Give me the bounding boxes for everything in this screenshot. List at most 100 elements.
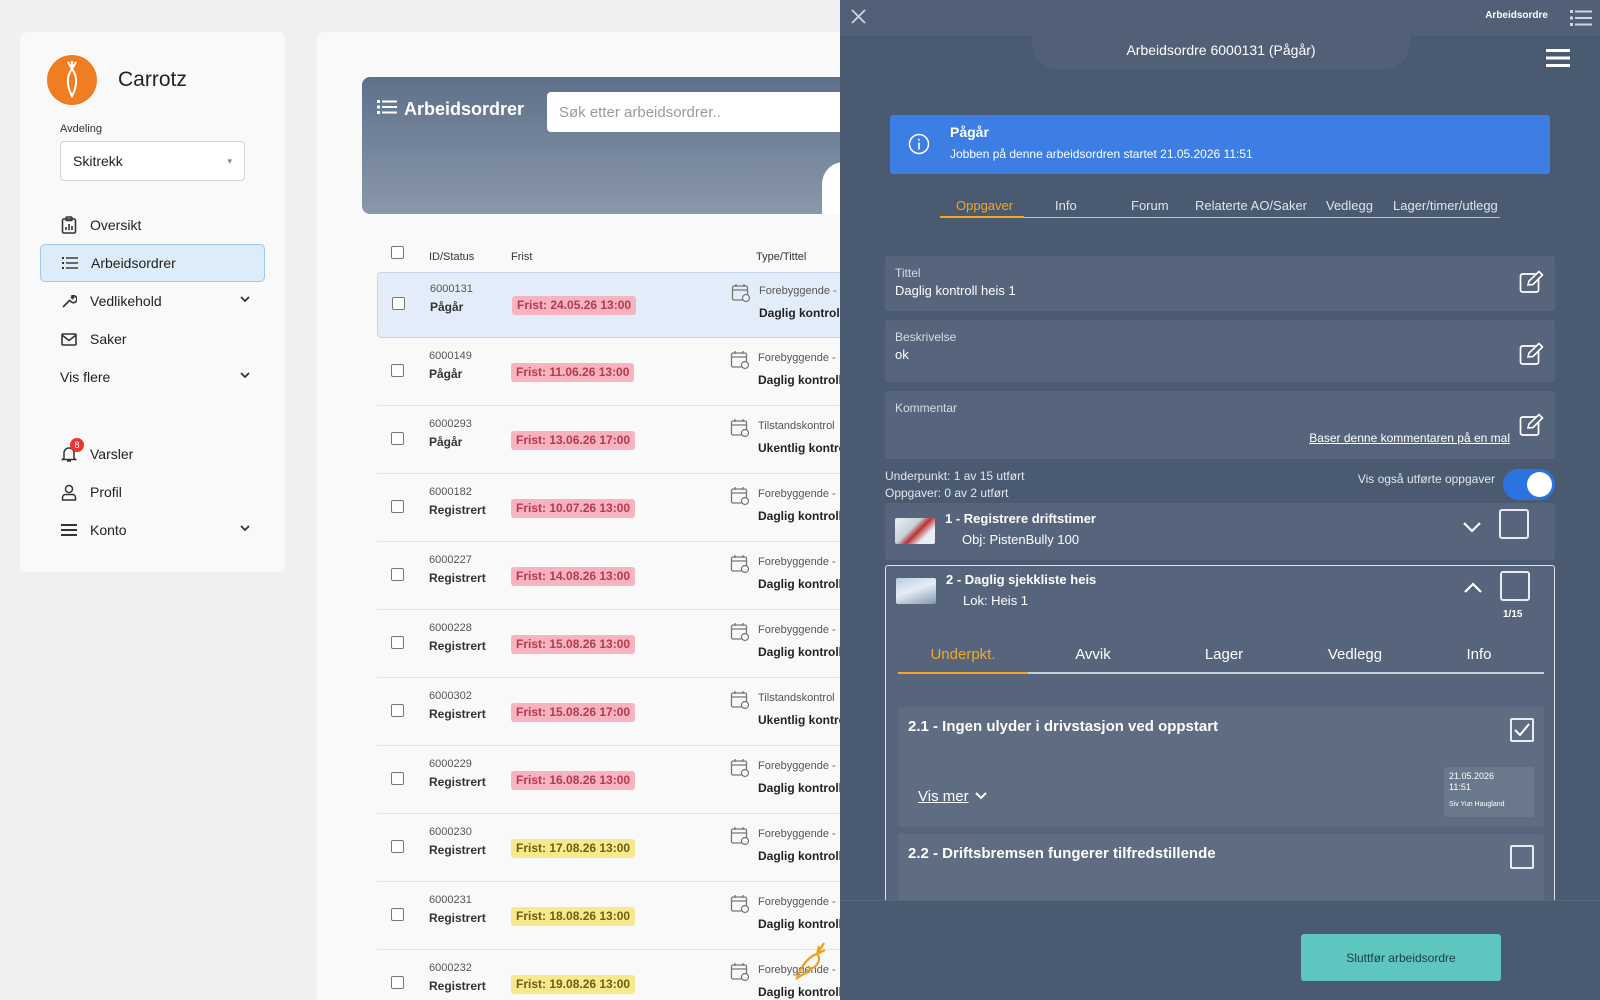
edit-icon[interactable] [1519, 342, 1545, 369]
tab-oppgaver[interactable]: Oppgaver [956, 198, 1013, 213]
subpoint-checkbox[interactable] [1510, 845, 1534, 869]
sidebar-item-vis-flere[interactable]: Vis flere [40, 358, 265, 396]
select-all-checkbox[interactable] [391, 246, 404, 259]
sidebar-item-profil[interactable]: Profil [40, 473, 265, 511]
row-title[interactable]: Daglig kontroll [758, 849, 842, 863]
row-type: Forebyggende - [758, 896, 836, 908]
sidebar-item-arbeidsordrer[interactable]: Arbeidsordrer [40, 244, 265, 282]
list-menu-icon[interactable] [1570, 9, 1592, 30]
calendar-repeat-icon [730, 622, 750, 645]
row-title[interactable]: Daglig kontroll [758, 577, 842, 591]
column-header: ID/Status [429, 251, 475, 263]
subtab-lager[interactable]: Lager [1159, 646, 1289, 663]
status-info-box: Pågår Jobben på denne arbeidsordren star… [890, 115, 1550, 174]
table-row[interactable]: 6000231 Registrert Frist: 18.08.26 13:00… [377, 884, 917, 950]
row-title[interactable]: Daglig kontroll [758, 645, 842, 659]
brand-name: Carrotz [118, 68, 187, 91]
edit-icon[interactable] [1519, 270, 1545, 297]
row-checkbox[interactable] [391, 364, 404, 377]
row-title[interactable]: Ukentlig kontro [758, 441, 846, 455]
close-icon[interactable] [850, 8, 867, 28]
panel-title: Arbeidsordre 6000131 (Pågår) [1032, 30, 1410, 69]
row-checkbox[interactable] [391, 840, 404, 853]
tab-lager[interactable]: Lager/timer/utlegg [1393, 198, 1498, 213]
calendar-repeat-icon [730, 894, 750, 917]
subtab-avvik[interactable]: Avvik [1028, 646, 1158, 663]
subtab-info[interactable]: Info [1414, 646, 1544, 663]
table-row[interactable]: 6000182 Registrert Frist: 10.07.26 13:00… [377, 476, 917, 542]
task-checkbox[interactable] [1499, 509, 1529, 539]
table-row[interactable]: 6000230 Registrert Frist: 17.08.26 13:00… [377, 816, 917, 882]
sidebar-item-konto[interactable]: Konto [40, 511, 265, 549]
table-row[interactable]: 6000293 Pågår Frist: 13.06.26 17:00 Tils… [377, 408, 917, 474]
subtabs: Underpkt. Avvik Lager Vedlegg Info [898, 638, 1544, 674]
sidebar-item-oversikt[interactable]: Oversikt [40, 206, 265, 244]
column-header: Type/Tittel [756, 251, 807, 263]
finish-work-order-button[interactable]: Sluttfør arbeidsordre [1301, 934, 1501, 981]
calendar-repeat-icon [730, 690, 750, 713]
row-checkbox[interactable] [391, 432, 404, 445]
sidebar-item-vedlikehold[interactable]: Vedlikehold [40, 282, 265, 320]
row-title[interactable]: Ukentlig kontro [758, 713, 846, 727]
row-checkbox[interactable] [391, 908, 404, 921]
row-type: Tilstandskontrol [758, 420, 835, 432]
deadline-badge: Frist: 17.08.26 13:00 [511, 839, 636, 858]
task-checkbox[interactable] [1500, 571, 1530, 601]
row-checkbox[interactable] [391, 704, 404, 717]
chevron-up-icon[interactable] [1463, 581, 1483, 598]
sidebar-item-saker[interactable]: Saker [40, 320, 265, 358]
row-checkbox[interactable] [391, 976, 404, 989]
tab-vedlegg[interactable]: Vedlegg [1326, 198, 1373, 213]
chevron-down-icon[interactable] [1462, 520, 1482, 537]
table-row[interactable]: 6000131 Pågår Frist: 24.05.26 13:00 Fore… [377, 272, 917, 338]
row-title[interactable]: Daglig kontroll [758, 509, 842, 523]
row-title[interactable]: Daglig kontroll [758, 781, 842, 795]
sidebar: Carrotz Avdeling Skitrekk ▾ Oversikt Arb… [20, 32, 285, 572]
table-row[interactable]: 6000228 Registrert Frist: 15.08.26 13:00… [377, 612, 917, 678]
panel-tabs: Oppgaver Info Forum Relaterte AO/Saker V… [940, 196, 1500, 218]
task-progress: Oppgaver: 0 av 2 utført [885, 486, 1009, 500]
subpoint-progress: Underpunkt: 1 av 15 utført [885, 469, 1025, 483]
task-item[interactable]: 1 - Registrere driftstimer Obj: PistenBu… [885, 503, 1555, 560]
tab-relaterte[interactable]: Relaterte AO/Saker [1195, 198, 1307, 213]
row-title[interactable]: Daglig kontroll [759, 306, 843, 320]
comment-field[interactable]: Kommentar Baser denne kommentaren på en … [885, 391, 1555, 459]
row-id: 6000228 [429, 622, 472, 634]
row-checkbox[interactable] [391, 772, 404, 785]
table-row[interactable]: 6000302 Registrert Frist: 15.08.26 17:00… [377, 680, 917, 746]
department-select[interactable]: Skitrekk ▾ [60, 141, 245, 181]
description-field-label: Beskrivelse [895, 330, 957, 344]
row-checkbox[interactable] [391, 500, 404, 513]
subpoint-item[interactable]: 2.1 - Ingen ulyder i drivstasjon ved opp… [898, 707, 1544, 827]
edit-icon[interactable] [1519, 413, 1545, 440]
hamburger-menu-icon[interactable] [1546, 48, 1570, 71]
sidebar-item-label: Oversikt [90, 217, 142, 233]
subpoint-checkbox-checked[interactable] [1510, 718, 1534, 742]
sidebar-item-varsler[interactable]: 8 Varsler [40, 435, 265, 473]
subtab-vedlegg[interactable]: Vedlegg [1290, 646, 1420, 663]
comment-template-link[interactable]: Baser denne kommentaren på en mal [1309, 431, 1510, 445]
show-completed-toggle[interactable] [1503, 469, 1555, 500]
row-title[interactable]: Daglig kontroll [758, 373, 842, 387]
table-row[interactable]: 6000227 Registrert Frist: 14.08.26 13:00… [377, 544, 917, 610]
row-title[interactable]: Daglig kontroll [758, 985, 842, 999]
tab-forum[interactable]: Forum [1131, 198, 1169, 213]
deadline-badge: Frist: 24.05.26 13:00 [512, 296, 637, 315]
row-checkbox[interactable] [392, 297, 405, 310]
row-checkbox[interactable] [391, 636, 404, 649]
description-field[interactable]: Beskrivelse ok [885, 320, 1555, 382]
subtab-underpkt[interactable]: Underpkt. [898, 646, 1028, 663]
row-status: Registrert [429, 843, 486, 857]
search-input[interactable]: Søk etter arbeidsordrer.. [547, 92, 887, 132]
tab-info[interactable]: Info [1055, 198, 1077, 213]
table-row[interactable]: 6000149 Pågår Frist: 11.06.26 13:00 Fore… [377, 340, 917, 406]
chevron-down-icon [974, 788, 987, 805]
table-row[interactable]: 6000229 Registrert Frist: 16.08.26 13:00… [377, 748, 917, 814]
row-title[interactable]: Daglig kontroll [758, 917, 842, 931]
department-value: Skitrekk [73, 153, 123, 169]
task-thumbnail [895, 518, 935, 544]
table-row[interactable]: 6000232 Registrert Frist: 19.08.26 13:00… [377, 952, 917, 1000]
row-checkbox[interactable] [391, 568, 404, 581]
show-more-link[interactable]: Vis mer [918, 788, 987, 805]
title-field[interactable]: Tittel Daglig kontroll heis 1 [885, 256, 1555, 311]
